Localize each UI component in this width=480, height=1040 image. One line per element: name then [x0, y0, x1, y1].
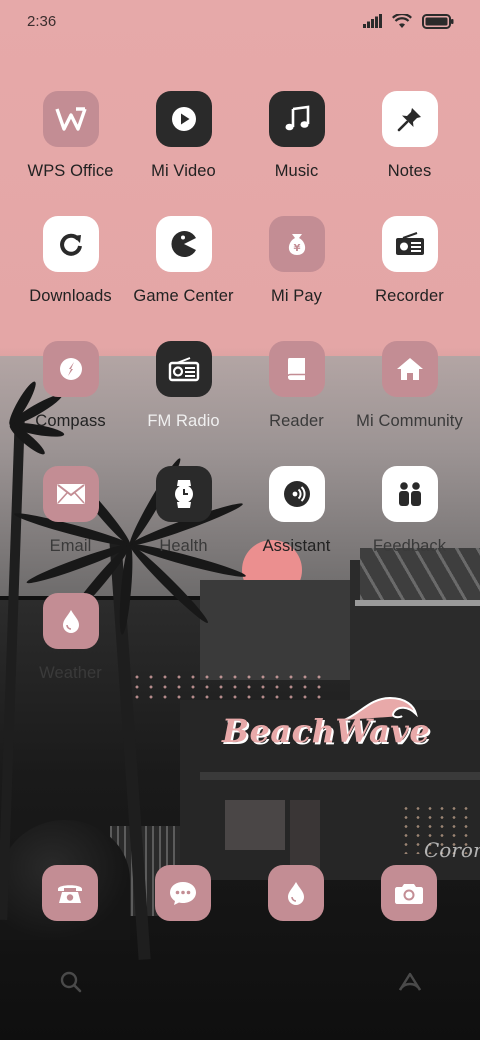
- wifi-icon: [392, 13, 412, 28]
- app-mi-pay[interactable]: ¥ Mi Pay: [240, 216, 353, 326]
- compass-icon: [42, 341, 99, 397]
- app-label: Health: [159, 537, 208, 555]
- app-notes[interactable]: Notes: [353, 91, 466, 201]
- app-label: Recorder: [375, 287, 444, 305]
- recorder-radio-icon: [381, 216, 438, 272]
- app-mi-community[interactable]: Mi Community: [353, 341, 466, 451]
- envelope-icon: [42, 466, 99, 522]
- browser-icon: [288, 882, 304, 905]
- phone-icon: [58, 885, 82, 903]
- wallpaper-logo-text: BeachWave: [222, 712, 431, 750]
- app-label: FM Radio: [147, 412, 220, 430]
- watch-icon: [155, 466, 212, 522]
- app-label: Compass: [35, 412, 106, 430]
- signal-icon: [363, 14, 382, 28]
- app-weather[interactable]: Weather: [14, 593, 127, 703]
- home-icon: [381, 341, 438, 397]
- download-refresh-icon: [42, 216, 99, 272]
- app-reader[interactable]: Reader: [240, 341, 353, 451]
- dock-browser[interactable]: [268, 865, 324, 921]
- wallpaper-hotel-room: [290, 800, 320, 870]
- pin-icon: [381, 91, 438, 147]
- app-label: Downloads: [29, 287, 112, 305]
- assistant-icon: [268, 466, 325, 522]
- app-label: Mi Video: [151, 162, 216, 180]
- camera-icon: [395, 884, 423, 904]
- wps-office-icon: [42, 91, 99, 147]
- dock-phone[interactable]: [42, 865, 98, 921]
- app-label: Mi Community: [356, 412, 463, 430]
- music-note-icon: [268, 91, 325, 147]
- video-play-icon: [155, 91, 212, 147]
- app-label: Assistant: [262, 537, 331, 555]
- svg-text:¥: ¥: [293, 243, 300, 254]
- app-vault-icon: [398, 972, 422, 991]
- app-label: Email: [49, 537, 92, 555]
- app-label: Weather: [39, 664, 102, 682]
- status-bar: 2:36: [0, 0, 480, 42]
- messages-icon: [170, 882, 196, 905]
- wallpaper-hotel-room: [225, 800, 285, 850]
- status-icons: [363, 13, 454, 29]
- game-pacman-icon: [155, 216, 212, 272]
- book-icon: [268, 341, 325, 397]
- app-music[interactable]: Music: [240, 91, 353, 201]
- money-bag-icon: ¥: [268, 216, 325, 272]
- app-compass[interactable]: Compass: [14, 341, 127, 451]
- water-drop-icon: [42, 593, 99, 649]
- app-health[interactable]: Health: [127, 466, 240, 576]
- app-recorder[interactable]: Recorder: [353, 216, 466, 326]
- dock-camera[interactable]: [381, 865, 437, 921]
- wallpaper-hotel-band: [200, 772, 480, 780]
- app-game-center[interactable]: Game Center: [127, 216, 240, 326]
- app-label: Notes: [387, 162, 432, 180]
- app-label: WPS Office: [27, 162, 114, 180]
- app-label: Feedback: [372, 537, 447, 555]
- wallpaper-roof-rail: [355, 600, 480, 606]
- search-button[interactable]: [57, 968, 85, 996]
- wallpaper-string-lights: [130, 672, 330, 702]
- app-label: Reader: [269, 412, 324, 430]
- app-mi-video[interactable]: Mi Video: [127, 91, 240, 201]
- status-time: 2:36: [27, 12, 57, 30]
- app-label: Music: [274, 162, 319, 180]
- wallpaper-sign-script: Coron: [424, 838, 480, 862]
- feedback-people-icon: [381, 466, 438, 522]
- app-downloads[interactable]: Downloads: [14, 216, 127, 326]
- app-wps-office[interactable]: WPS Office: [14, 91, 127, 201]
- app-assistant[interactable]: Assistant: [240, 466, 353, 576]
- dock-messages[interactable]: [155, 865, 211, 921]
- app-fm-radio[interactable]: FM Radio: [127, 341, 240, 451]
- app-label: Mi Pay: [270, 287, 323, 305]
- wallpaper-building: [200, 580, 360, 680]
- battery-icon: [422, 13, 454, 29]
- app-vault-button[interactable]: [396, 968, 424, 996]
- app-feedback[interactable]: Feedback: [353, 466, 466, 576]
- search-icon: [60, 971, 82, 993]
- app-email[interactable]: Email: [14, 466, 127, 576]
- app-label: Game Center: [133, 287, 234, 305]
- radio-icon: [155, 341, 212, 397]
